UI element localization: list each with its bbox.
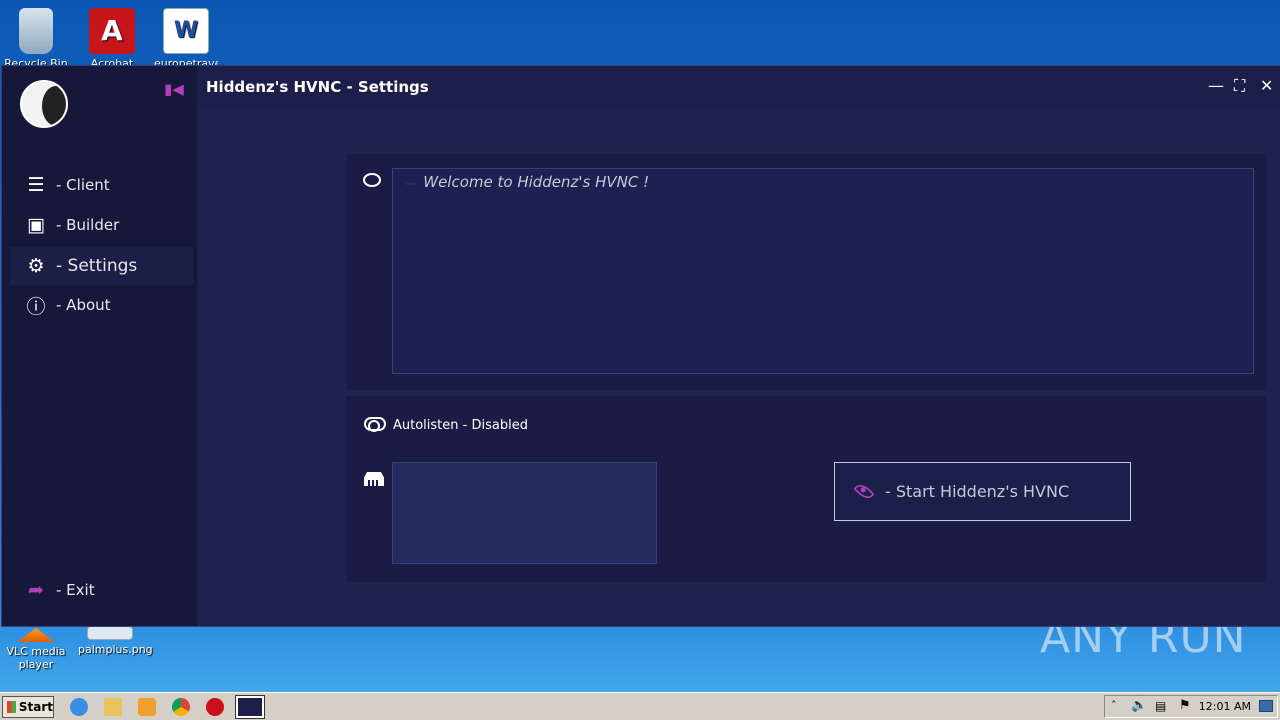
system-tray: ˆ 🔈 ▤ ⚑ 12:01 AM xyxy=(1104,695,1278,718)
sidebar-item-builder[interactable]: ▣ - Builder xyxy=(10,206,194,244)
window-title: Hiddenz's HVNC - Settings xyxy=(206,78,429,96)
desktop-icon-vlc[interactable]: VLC media player xyxy=(4,628,68,671)
settings-panel: Welcome to Hiddenz's HVNC ! Autolisten -… xyxy=(198,108,1280,626)
welcome-message-box[interactable]: Welcome to Hiddenz's HVNC ! xyxy=(392,168,1254,374)
recycle-bin-icon xyxy=(19,8,53,54)
network-port-icon xyxy=(364,472,384,486)
controls-card: Autolisten - Disabled - Start Hiddenz's … xyxy=(346,396,1266,582)
internet-explorer-icon[interactable] xyxy=(70,698,88,716)
start-hvnc-button[interactable]: - Start Hiddenz's HVNC xyxy=(834,462,1131,521)
desktop-icon-acrobat[interactable]: A Acrobat Reader DC xyxy=(80,8,144,69)
minimize-icon[interactable]: — xyxy=(1208,76,1224,95)
floppy-icon: ▣ xyxy=(27,214,45,236)
info-icon: ⓘ xyxy=(26,295,46,318)
action-center-flag-icon[interactable]: ⚑ xyxy=(1179,698,1191,713)
windows-logo-icon xyxy=(7,701,16,713)
external-link-icon: ➦ xyxy=(28,579,44,601)
sidebar-item-client[interactable]: ☰ - Client xyxy=(10,166,194,204)
desktop-icon-label: VLC media player xyxy=(6,645,66,671)
list-icon: ☰ xyxy=(27,174,45,196)
show-hidden-icons-icon[interactable]: ˆ xyxy=(1111,699,1117,712)
start-button-label: - Start Hiddenz's HVNC xyxy=(885,482,1070,501)
hvnc-taskbar-icon[interactable] xyxy=(236,696,264,718)
word-document-icon: W xyxy=(163,8,209,54)
desktop-icon-recycle-bin[interactable]: Recycle Bin xyxy=(4,8,68,69)
explorer-folder-icon[interactable] xyxy=(104,698,122,716)
opera-icon[interactable] xyxy=(206,698,224,716)
maximize-icon[interactable]: ⛶ xyxy=(1234,76,1245,96)
sidebar-item-label: - Settings xyxy=(56,256,138,276)
show-desktop-icon[interactable] xyxy=(1259,700,1273,712)
sidebar-item-label: - About xyxy=(56,296,111,314)
exit-label: - Exit xyxy=(56,581,95,599)
sidebar-item-label: - Builder xyxy=(56,216,120,234)
start-label: Start xyxy=(18,700,53,714)
image-file-icon xyxy=(87,626,133,640)
desktop-icon-label: palmplus.png xyxy=(78,643,153,656)
sidebar-item-label: - Client xyxy=(56,176,110,194)
welcome-card: Welcome to Hiddenz's HVNC ! xyxy=(346,154,1266,390)
network-icon[interactable]: ▤ xyxy=(1155,699,1166,713)
sidebar-item-about[interactable]: ⓘ - About xyxy=(10,286,194,324)
gears-icon: ⚙ xyxy=(27,255,45,277)
desktop-icon-word-doc[interactable]: W europetrave xyxy=(154,8,218,69)
port-input[interactable] xyxy=(392,462,657,564)
sidebar-item-settings[interactable]: ⚙ - Settings xyxy=(10,247,194,285)
volume-icon[interactable]: 🔈 xyxy=(1131,698,1147,713)
hvnc-window: ▮◀ ☰ - Client ▣ - Builder ⚙ - Settings ⓘ… xyxy=(2,66,1280,626)
taskbar: Start ˆ 🔈 ▤ ⚑ 12:01 AM xyxy=(0,692,1280,720)
close-icon[interactable]: ✕ xyxy=(1260,76,1273,95)
collapse-sidebar-icon[interactable]: ▮◀ xyxy=(164,80,184,98)
media-player-icon[interactable] xyxy=(138,698,156,716)
autolisten-label: Autolisten - Disabled xyxy=(393,418,528,433)
welcome-text: Welcome to Hiddenz's HVNC ! xyxy=(423,173,650,191)
start-button[interactable]: Start xyxy=(2,696,54,718)
chrome-icon[interactable] xyxy=(172,698,190,716)
vlc-icon xyxy=(17,628,55,642)
autolisten-toggle[interactable] xyxy=(364,417,386,432)
eye-icon xyxy=(853,480,875,503)
chat-bubble-icon xyxy=(363,173,381,187)
acrobat-icon: A xyxy=(89,8,135,54)
clock: 12:01 AM xyxy=(1198,700,1251,713)
sidebar: ▮◀ ☰ - Client ▣ - Builder ⚙ - Settings ⓘ… xyxy=(2,66,197,626)
exit-button[interactable]: ➦ - Exit xyxy=(10,571,194,609)
avatar xyxy=(20,80,68,128)
